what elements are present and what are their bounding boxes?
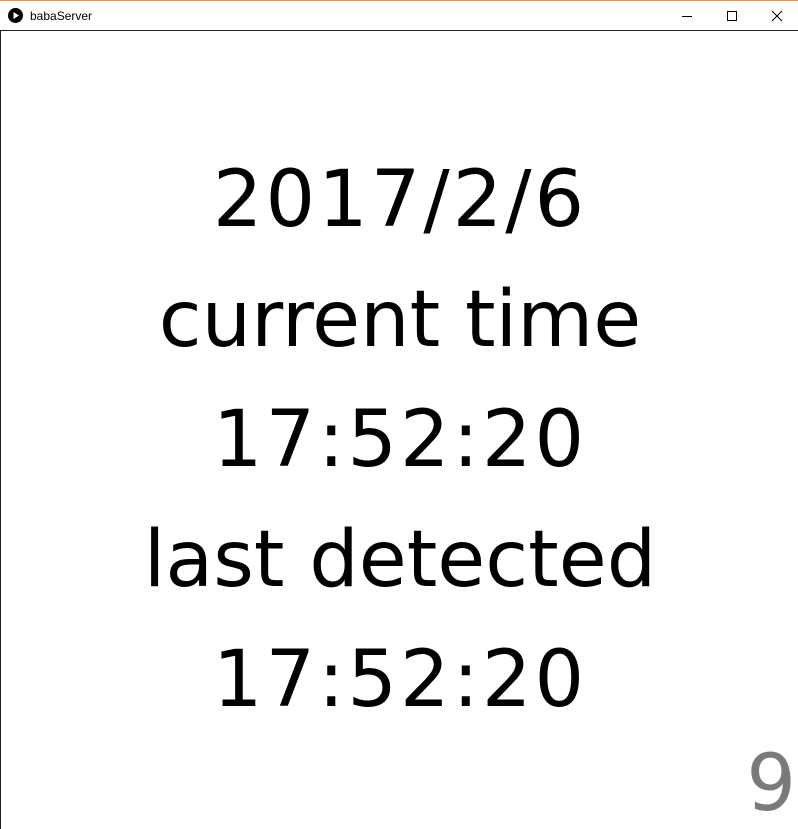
close-icon (771, 10, 783, 22)
maximize-button[interactable] (709, 1, 755, 31)
current-time-label: current time (158, 275, 642, 365)
counter-value: 9 (746, 739, 796, 829)
play-circle-icon (8, 8, 23, 23)
close-button[interactable] (754, 1, 798, 31)
last-detected-value: 17:52:20 (212, 635, 588, 725)
sketch-canvas: 2017/2/6 current time 17:52:20 last dete… (0, 31, 798, 829)
title-bar[interactable]: babaServer (0, 0, 798, 31)
maximize-icon (727, 11, 737, 21)
current-time-value: 17:52:20 (212, 395, 588, 485)
minimize-icon (682, 16, 692, 17)
minimize-button[interactable] (664, 1, 710, 31)
date-text: 2017/2/6 (212, 155, 588, 245)
app-window: babaServer 2017/2/6 current time 17:52:2… (0, 0, 798, 829)
last-detected-label: last detected (143, 515, 657, 605)
window-title: babaServer (30, 9, 93, 23)
